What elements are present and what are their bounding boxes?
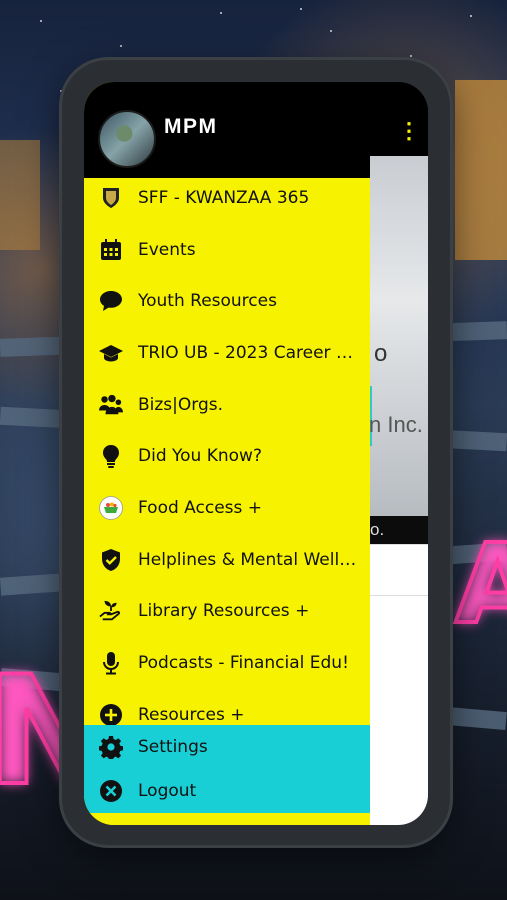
microphone-icon bbox=[99, 651, 123, 675]
menu-item-kwanzaa[interactable]: SFF - KWANZAA 365 bbox=[84, 172, 370, 224]
gear-icon bbox=[99, 735, 123, 759]
menu-item-label: Podcasts - Financial Edu! bbox=[138, 653, 349, 674]
menu-item-helplines[interactable]: Helplines & Mental Welln... bbox=[84, 534, 370, 586]
menu-item-food-access[interactable]: Food Access + bbox=[84, 482, 370, 534]
seedling-icon bbox=[99, 599, 123, 623]
lightbulb-icon bbox=[99, 444, 123, 469]
menu-item-library-resources[interactable]: Library Resources + bbox=[84, 586, 370, 638]
app-content-strip: o. bbox=[364, 516, 428, 544]
menu-item-label: Helplines & Mental Welln... bbox=[138, 549, 360, 570]
overflow-menu-icon[interactable]: ⋮ bbox=[398, 120, 420, 142]
app-content-image bbox=[364, 156, 428, 516]
phone-screen: ⌄ ⋮ o n Inc. o. MPM SFF - KWANZAA 365 bbox=[84, 82, 428, 825]
menu-item-label: Events bbox=[138, 239, 196, 260]
app-content-text: o bbox=[374, 340, 388, 367]
app-content-text: n Inc. bbox=[369, 412, 423, 437]
close-circle-icon bbox=[99, 779, 123, 803]
menu-item-label: Library Resources + bbox=[138, 601, 310, 622]
drawer-bottom-edge bbox=[84, 813, 370, 825]
graduation-cap-icon bbox=[99, 341, 123, 365]
group-icon bbox=[99, 393, 123, 417]
menu-item-did-you-know[interactable]: Did You Know? bbox=[84, 430, 370, 482]
drawer-header: MPM bbox=[84, 82, 370, 178]
menu-item-label: Youth Resources bbox=[138, 291, 277, 312]
user-name: MPM bbox=[164, 115, 218, 138]
menu-item-label: Did You Know? bbox=[138, 446, 262, 467]
app-content-list bbox=[364, 544, 428, 825]
phone-frame: ⌄ ⋮ o n Inc. o. MPM SFF - KWANZAA 365 bbox=[62, 60, 450, 845]
menu-item-trio-ub[interactable]: TRIO UB - 2023 Career R... bbox=[84, 327, 370, 379]
menu-item-label: SFF - KWANZAA 365 bbox=[138, 187, 310, 208]
menu-item-label: Bizs|Orgs. bbox=[138, 394, 224, 415]
shield-badge-icon bbox=[99, 186, 123, 210]
avatar[interactable] bbox=[98, 110, 156, 168]
menu-item-label: Food Access + bbox=[138, 497, 263, 518]
plus-circle-icon bbox=[99, 703, 123, 727]
menu-item-events[interactable]: Events bbox=[84, 224, 370, 276]
logout-item[interactable]: Logout bbox=[84, 769, 370, 813]
navigation-drawer: MPM SFF - KWANZAA 365 Events Youth Resou… bbox=[84, 82, 370, 825]
menu-item-label: Resources + bbox=[138, 704, 245, 725]
food-basket-icon bbox=[99, 496, 123, 520]
menu-item-bizs-orgs[interactable]: Bizs|Orgs. bbox=[84, 379, 370, 431]
app-strip-text: o. bbox=[370, 520, 385, 539]
shield-check-icon bbox=[99, 548, 123, 572]
drawer-footer: Settings Logout bbox=[84, 725, 370, 813]
neon-letter-a: A bbox=[453, 518, 507, 650]
menu-item-label: TRIO UB - 2023 Career R... bbox=[138, 342, 360, 363]
menu-item-youth-resources[interactable]: Youth Resources bbox=[84, 275, 370, 327]
calendar-icon bbox=[99, 238, 123, 262]
drawer-menu: SFF - KWANZAA 365 Events Youth Resources bbox=[84, 172, 370, 741]
settings-label: Settings bbox=[138, 737, 208, 757]
logout-label: Logout bbox=[138, 781, 197, 801]
menu-item-podcasts[interactable]: Podcasts - Financial Edu! bbox=[84, 637, 370, 689]
speech-bubble-icon bbox=[99, 289, 123, 313]
settings-item[interactable]: Settings bbox=[84, 725, 370, 769]
